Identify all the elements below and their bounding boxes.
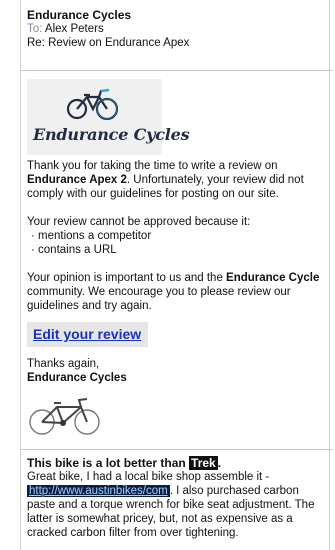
header-divider — [21, 70, 333, 71]
reasons-list: · mentions a competitor · contains a URL — [27, 229, 327, 257]
to-name: Alex Peters — [44, 23, 104, 35]
email-from: Endurance Cycles — [27, 8, 132, 22]
message-paragraph-3: Your opinion is important to us and the … — [27, 271, 327, 313]
p3-text-b: community. We encourage you to please re… — [27, 286, 291, 312]
bicycle-logo-icon — [66, 88, 119, 121]
p3-text-a: Your opinion is important to us and the — [27, 272, 227, 284]
edit-review-button[interactable]: Edit your review — [27, 322, 149, 347]
review-title-text-b: . — [217, 456, 222, 470]
logo-text: Endurance Cycles — [33, 125, 190, 144]
email-to: To: Alex Peters — [27, 22, 327, 36]
message-paragraph-1: Thank you for taking the time to write a… — [27, 159, 327, 201]
road-bike-icon — [29, 398, 100, 435]
brand-name: Endurance Cycle — [226, 272, 320, 284]
reasons-intro: Your review cannot be approved because i… — [27, 216, 251, 228]
product-name: Endurance Apex 2 — [27, 174, 127, 186]
email-content: Endurance Cycles To: Alex Peters Re: Rev… — [21, 8, 333, 540]
signature-name: Endurance Cycles — [27, 372, 127, 384]
p1-text-a: Thank you for taking the time to write a… — [27, 160, 278, 172]
to-label: To: — [27, 23, 43, 35]
brand-logo: Endurance Cycles — [27, 79, 190, 155]
url-highlight[interactable]: http://www.austinbikes/com — [27, 485, 170, 497]
review-title: This bike is a lot better than Trek. — [27, 456, 327, 470]
reason-item: · contains a URL — [31, 244, 117, 256]
reason-item: · mentions a competitor — [31, 230, 152, 242]
review-body: Great bike, I had a local bike shop asse… — [27, 470, 327, 540]
review-title-text-a: This bike is a lot better than — [27, 456, 190, 470]
signature-block: Thanks again, Endurance Cycles — [27, 357, 327, 385]
email-subject: Re: Review on Endurance Apex — [27, 37, 190, 49]
thanks-text: Thanks again, — [27, 358, 100, 370]
review-text-a: Great bike, I had a local bike shop asse… — [27, 471, 270, 483]
edit-review-link[interactable]: Edit your review — [33, 326, 141, 342]
bicycle-image — [27, 393, 327, 441]
competitor-highlight: Trek — [189, 456, 218, 470]
